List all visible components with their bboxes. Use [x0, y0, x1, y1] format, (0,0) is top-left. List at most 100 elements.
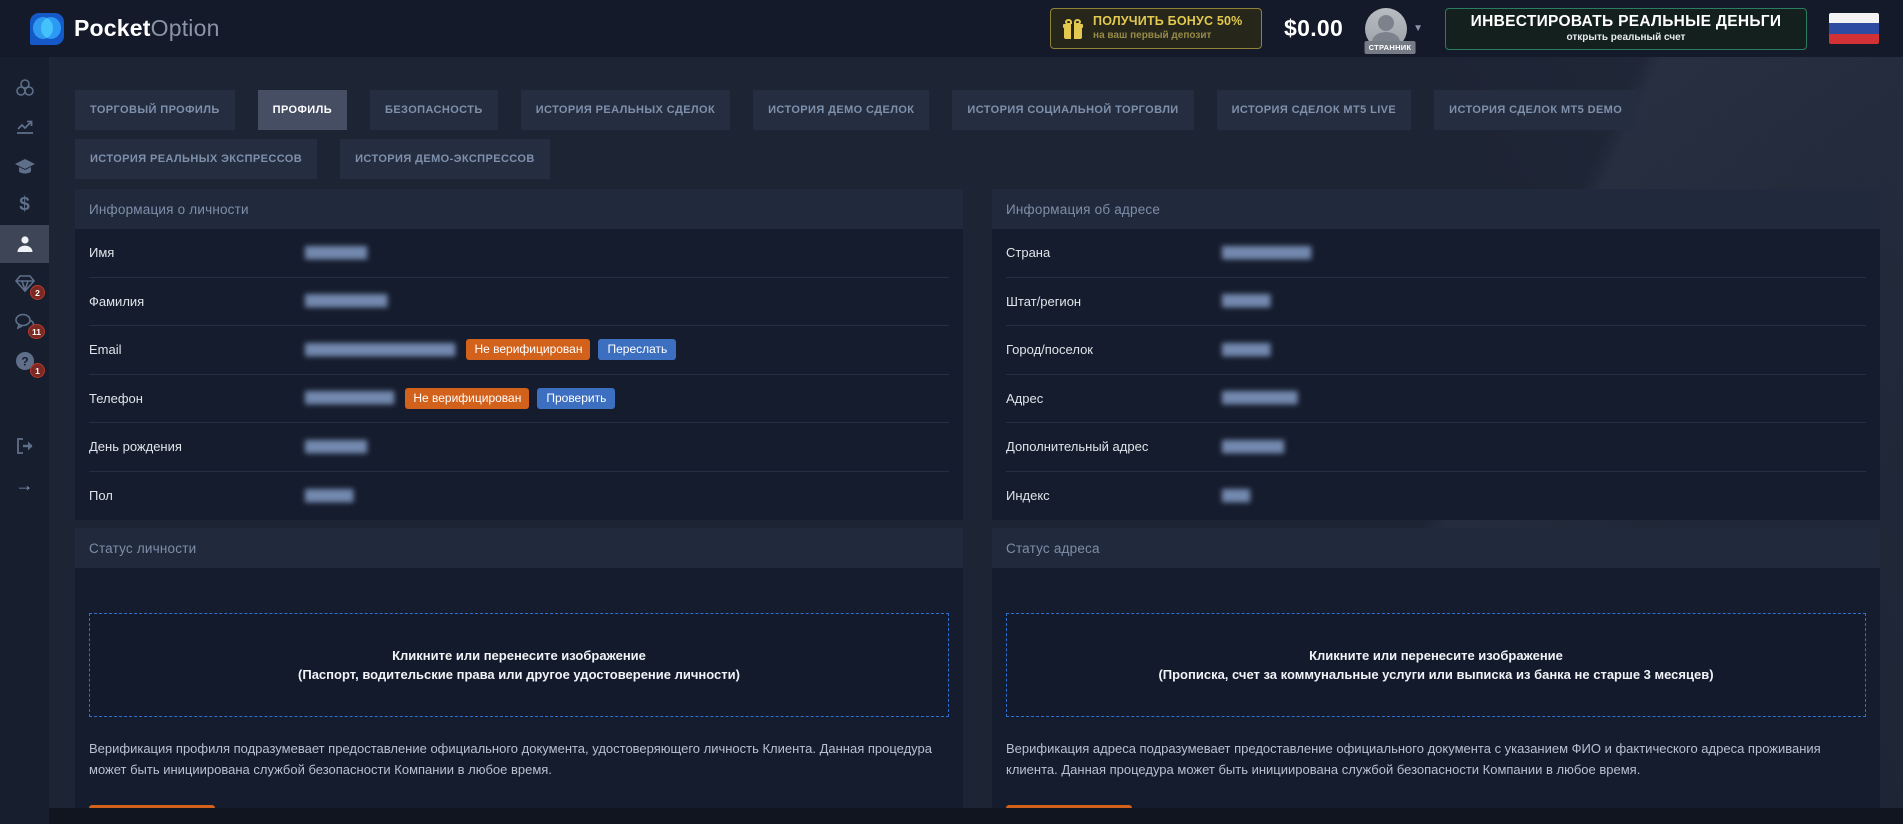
dollar-icon: $: [19, 194, 30, 216]
top-bar: PocketOption ПОЛУЧИТЬ БОНУС 50% на ваш п…: [0, 0, 1903, 57]
achievements-badge: 2: [30, 285, 45, 300]
row-value-redacted: █████████: [1222, 441, 1283, 453]
resend-email-button[interactable]: Переслать: [598, 339, 676, 360]
tab-mt5-live-history[interactable]: ИСТОРИЯ СДЕЛОК MT5 LIVE: [1217, 90, 1412, 130]
address-document-dropzone[interactable]: Кликните или перенесите изображение (Про…: [1006, 613, 1866, 717]
row-value-redacted: ███████████: [1222, 392, 1297, 404]
footer-strip: [49, 808, 1903, 824]
identity-status-title: Статус личности: [75, 528, 963, 568]
sidebar-item-trading[interactable]: [0, 108, 49, 146]
invest-title: ИНВЕСТИРОВАТЬ РЕАЛЬНЫЕ ДЕНЬГИ: [1471, 13, 1782, 32]
invest-real-money-button[interactable]: ИНВЕСТИРОВАТЬ РЕАЛЬНЫЕ ДЕНЬГИ открыть ре…: [1445, 8, 1807, 50]
tab-trading-profile[interactable]: ТОРГОВЫЙ ПРОФИЛЬ: [75, 90, 235, 130]
bonus-subtitle: на ваш первый депозит: [1093, 30, 1242, 43]
sidebar-item-collapse[interactable]: →: [0, 466, 49, 504]
row-value-redacted: ███████: [305, 490, 353, 502]
row-postal-index: Индекс ████: [1006, 472, 1866, 521]
row-value-redacted: ████: [1222, 490, 1249, 502]
personal-info-title: Информация о личности: [75, 189, 963, 229]
row-label: Телефон: [89, 391, 305, 406]
dropzone-text: Кликните или перенесите изображение: [392, 648, 646, 663]
graduation-cap-icon: [13, 155, 37, 177]
status-badge-not-verified: Не верифицирован: [405, 388, 529, 409]
sidebar-item-finance[interactable]: $: [0, 186, 49, 224]
dropzone-text: Кликните или перенесите изображение: [1309, 648, 1563, 663]
user-icon: [15, 234, 35, 254]
tab-demo-trades-history[interactable]: ИСТОРИЯ ДЕМО СДЕЛОК: [753, 90, 929, 130]
bonus-title: ПОЛУЧИТЬ БОНУС 50%: [1093, 14, 1242, 30]
tab-security[interactable]: БЕЗОПАСНОСТЬ: [370, 90, 498, 130]
main-content: ТОРГОВЫЙ ПРОФИЛЬ ПРОФИЛЬ БЕЗОПАСНОСТЬ ИС…: [49, 57, 1903, 824]
sidebar-item-education[interactable]: [0, 147, 49, 185]
tab-social-trading-history[interactable]: ИСТОРИЯ СОЦИАЛЬНОЙ ТОРГОВЛИ: [952, 90, 1193, 130]
chat-badge: 11: [28, 324, 45, 339]
row-gender: Пол ███████: [89, 472, 949, 521]
row-label: Email: [89, 342, 305, 357]
pocket-option-logo[interactable]: PocketOption: [30, 13, 220, 45]
row-label: Адрес: [1006, 391, 1222, 406]
row-phone: Телефон █████████████ Не верифицирован П…: [89, 375, 949, 424]
identity-document-dropzone[interactable]: Кликните или перенесите изображение (Пас…: [89, 613, 949, 717]
row-value-redacted: █████████: [305, 247, 366, 259]
row-birthday: День рождения █████████: [89, 423, 949, 472]
identity-status-panel: Статус личности Кликните или перенесите …: [75, 528, 963, 824]
row-value-redacted: █████████: [305, 441, 366, 453]
language-flag-russia[interactable]: [1829, 13, 1879, 44]
address-info-panel: Информация об адресе Страна ████████████…: [992, 189, 1880, 520]
chips-icon: [14, 77, 36, 99]
row-label: Штат/регион: [1006, 294, 1222, 309]
logout-icon: [14, 436, 36, 456]
sidebar-item-logout[interactable]: [0, 427, 49, 465]
logo-text-bold: Pocket: [74, 15, 151, 41]
row-label: День рождения: [89, 439, 305, 454]
identity-verification-description: Верификация профиля подразумевает предос…: [89, 738, 949, 781]
row-email: Email ██████████████████████ Не верифици…: [89, 326, 949, 375]
chevron-down-icon: ▼: [1413, 23, 1423, 34]
row-label: Страна: [1006, 245, 1222, 260]
row-label: Фамилия: [89, 294, 305, 309]
logo-text-light: Option: [151, 15, 220, 41]
logo-text: PocketOption: [74, 15, 220, 42]
tab-real-express-history[interactable]: ИСТОРИЯ РЕАЛЬНЫХ ЭКСПРЕССОВ: [75, 139, 317, 179]
row-value-redacted: ██████████████████████: [305, 344, 454, 356]
verify-phone-button[interactable]: Проверить: [537, 388, 615, 409]
address-info-title: Информация об адресе: [992, 189, 1880, 229]
tab-real-trades-history[interactable]: ИСТОРИЯ РЕАЛЬНЫХ СДЕЛОК: [521, 90, 730, 130]
row-address: Адрес ███████████: [1006, 375, 1866, 424]
address-status-title: Статус адреса: [992, 528, 1880, 568]
row-value-redacted: ████████████: [305, 295, 387, 307]
tab-mt5-demo-history[interactable]: ИСТОРИЯ СДЕЛОК MT5 DEMO: [1434, 90, 1637, 130]
user-menu[interactable]: СТРАННИК ▼: [1365, 8, 1423, 50]
row-label: Индекс: [1006, 488, 1222, 503]
dropzone-hint: (Прописка, счет за коммунальные услуги и…: [1158, 667, 1713, 682]
dropzone-hint: (Паспорт, водительские права или другое …: [298, 667, 740, 682]
sidebar-item-quick-trading[interactable]: [0, 69, 49, 107]
row-value-redacted: █████████████: [305, 392, 393, 404]
bonus-button[interactable]: ПОЛУЧИТЬ БОНУС 50% на ваш первый депозит: [1050, 8, 1262, 49]
sidebar-item-help[interactable]: ? 1: [0, 342, 49, 380]
row-label: Город/поселок: [1006, 342, 1222, 357]
row-country: Страна █████████████: [1006, 229, 1866, 278]
row-address2: Дополнительный адрес █████████: [1006, 423, 1866, 472]
address-verification-description: Верификация адреса подразумевает предост…: [1006, 738, 1866, 781]
row-state: Штат/регион ███████: [1006, 278, 1866, 327]
sidebar: $ 2 11: [0, 57, 49, 824]
tab-profile[interactable]: ПРОФИЛЬ: [258, 90, 347, 130]
sidebar-item-chat[interactable]: 11: [0, 303, 49, 341]
chart-line-icon: [14, 116, 36, 138]
row-city: Город/поселок ███████: [1006, 326, 1866, 375]
svg-text:?: ?: [21, 355, 28, 369]
user-rank-badge: СТРАННИК: [1365, 41, 1416, 54]
row-value-redacted: ███████: [1222, 295, 1270, 307]
help-badge: 1: [30, 363, 45, 378]
tab-demo-express-history[interactable]: ИСТОРИЯ ДЕМО-ЭКСПРЕССОВ: [340, 139, 550, 179]
address-status-panel: Статус адреса Кликните или перенесите из…: [992, 528, 1880, 824]
row-value-redacted: █████████████: [1222, 247, 1310, 259]
row-label: Дополнительный адрес: [1006, 439, 1222, 454]
sidebar-item-achievements[interactable]: 2: [0, 264, 49, 302]
sidebar-item-profile[interactable]: [0, 225, 49, 263]
row-value-redacted: ███████: [1222, 344, 1270, 356]
row-label: Пол: [89, 488, 305, 503]
personal-info-panel: Информация о личности Имя █████████ Фами…: [75, 189, 963, 520]
pocket-option-logo-icon: [30, 13, 64, 45]
